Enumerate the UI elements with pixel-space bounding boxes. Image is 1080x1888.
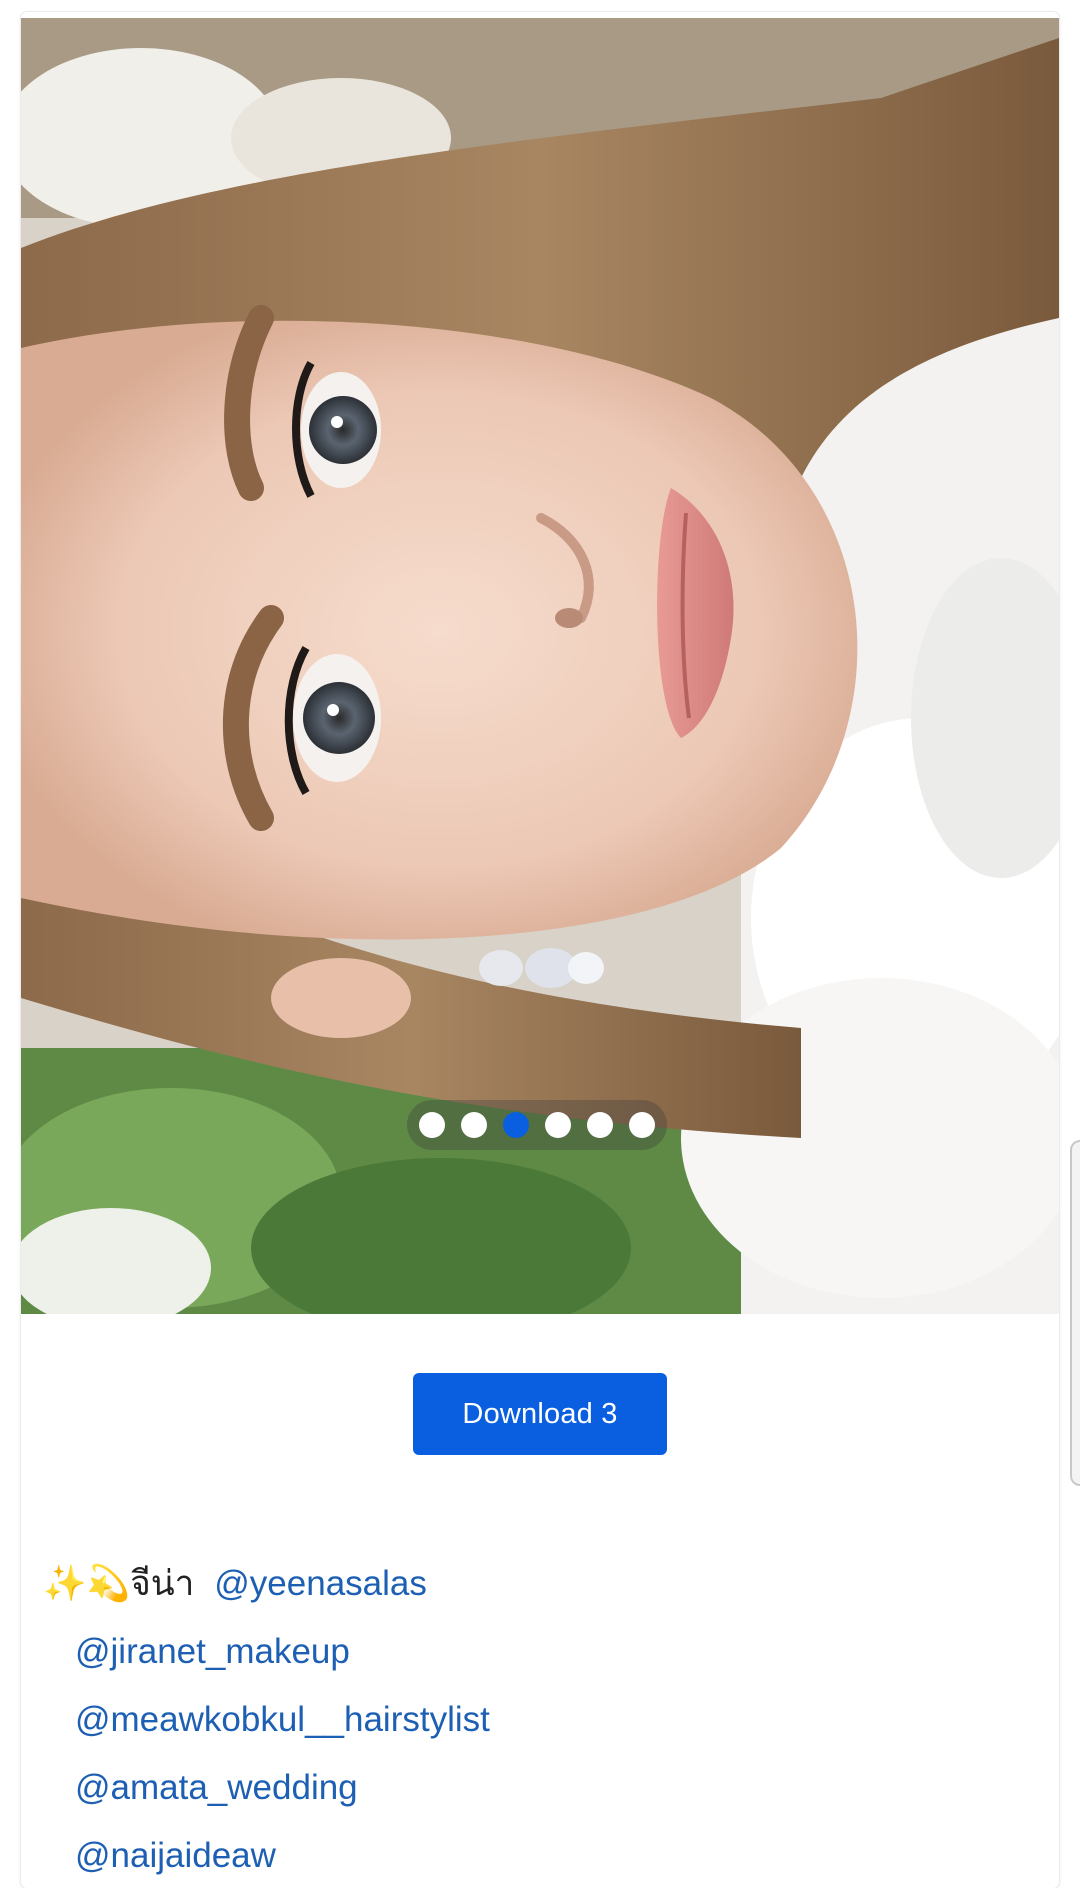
caption-line-2: @jiranet_makeup [43, 1618, 1033, 1686]
post-caption: ✨💫จีน่า @yeenasalas @jiranet_makeup @meaw… [43, 1550, 1033, 1888]
carousel-dot-3-active[interactable] [503, 1112, 529, 1138]
mention-link[interactable]: @meawkobkul__hairstylist [75, 1700, 490, 1739]
page: Download 3 ✨💫จีน่า @yeenasalas @jiranet_m… [0, 0, 1080, 1888]
carousel-photo[interactable] [21, 18, 1059, 1314]
mention-link[interactable]: @yeenasalas [214, 1564, 427, 1603]
post-card: Download 3 ✨💫จีน่า @yeenasalas @jiranet_m… [21, 12, 1059, 1888]
carousel-dot-6[interactable] [629, 1112, 655, 1138]
carousel-dot-1[interactable] [419, 1112, 445, 1138]
caption-name: จีน่า [130, 1564, 195, 1604]
carousel-dot-2[interactable] [461, 1112, 487, 1138]
scrollbar-handle[interactable] [1070, 1140, 1080, 1486]
caption-line-1: ✨💫จีน่า @yeenasalas [43, 1550, 1033, 1618]
mention-link[interactable]: @naijaideaw [75, 1836, 276, 1875]
carousel-dot-5[interactable] [587, 1112, 613, 1138]
mention-link[interactable]: @amata_wedding [75, 1768, 358, 1807]
caption-line-4: @amata_wedding [43, 1754, 1033, 1822]
mention-link[interactable]: @jiranet_makeup [75, 1632, 350, 1671]
sparkles-icon: ✨ [43, 1564, 87, 1604]
carousel-dot-4[interactable] [545, 1112, 571, 1138]
caption-line-3: @meawkobkul__hairstylist [43, 1686, 1033, 1754]
carousel-pagination [407, 1100, 667, 1150]
caption-line-5: @naijaideaw [43, 1822, 1033, 1888]
dizzy-star-icon: 💫 [86, 1564, 131, 1604]
download-button[interactable]: Download 3 [413, 1373, 667, 1455]
